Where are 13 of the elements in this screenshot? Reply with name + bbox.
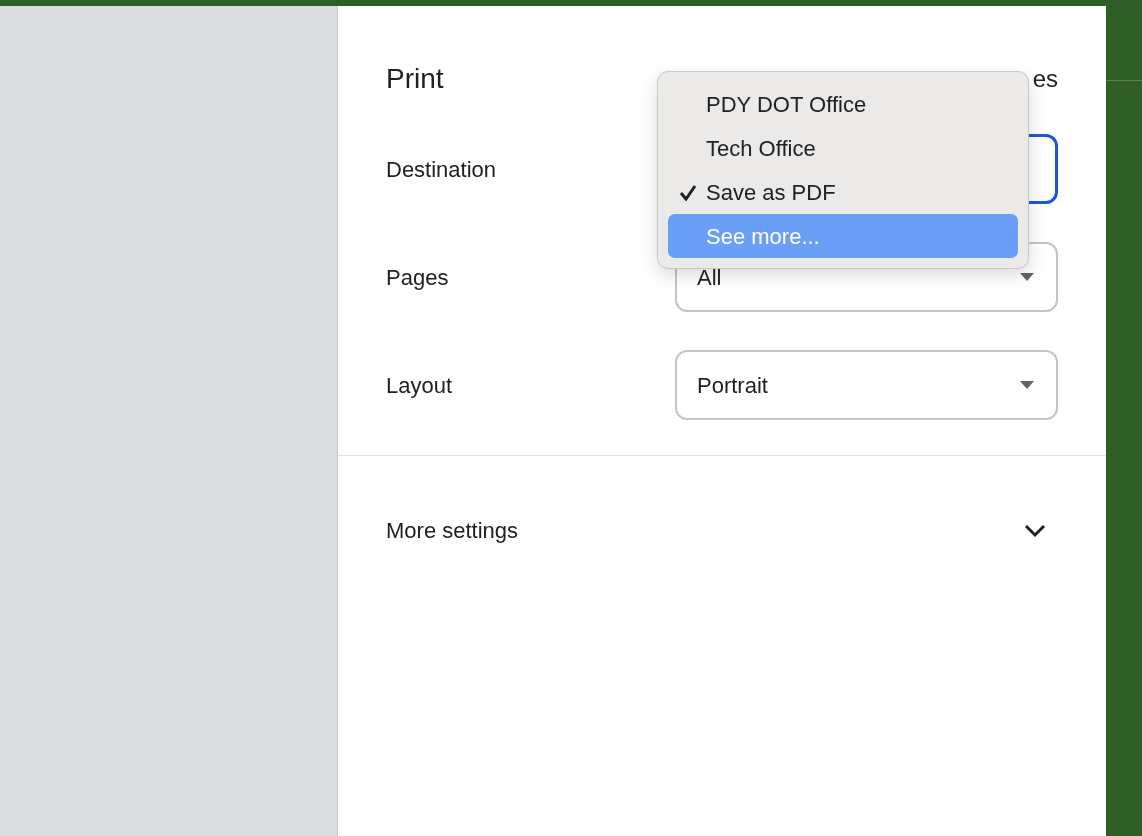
menu-item[interactable]: PDY DOT Office — [668, 82, 1018, 126]
setting-label: Destination — [386, 155, 498, 184]
menu-item[interactable]: Save as PDF — [668, 170, 1018, 214]
more-settings-label: More settings — [386, 517, 519, 545]
dropdown-caret-icon — [1020, 381, 1034, 389]
menu-item[interactable]: Tech Office — [668, 126, 1018, 170]
page-count-text: es — [1032, 64, 1058, 94]
dialog-title: Print — [386, 62, 444, 96]
dropdown-select[interactable]: Portrait — [675, 350, 1058, 420]
setting-label: Layout — [386, 371, 454, 400]
chevron-down-icon[interactable] — [1024, 524, 1046, 539]
setting-label: Pages — [386, 263, 450, 292]
dropdown-caret-icon — [1020, 273, 1034, 281]
